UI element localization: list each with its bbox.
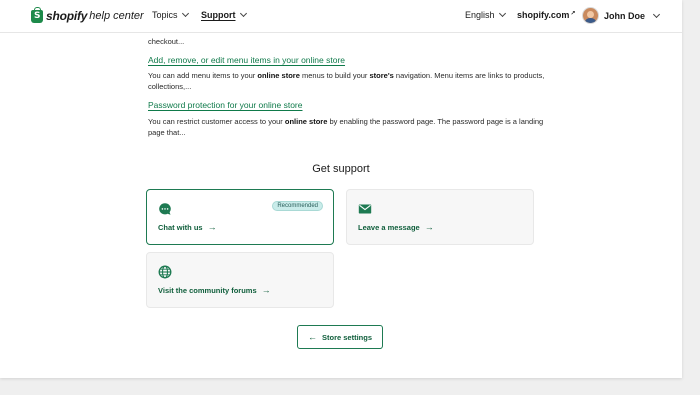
shopify-bag-icon <box>31 6 43 23</box>
envelope-icon <box>358 204 372 214</box>
chat-with-us-card[interactable]: Recommended Chat with us → <box>146 189 334 245</box>
recommended-badge: Recommended <box>272 201 323 211</box>
store-settings-label: Store settings <box>321 332 372 342</box>
logo-brand-text: shopify <box>46 9 88 23</box>
community-forums-label: Visit the community forums → <box>158 285 271 295</box>
article-description-menu-items: You can add menu items to your online st… <box>148 70 548 92</box>
language-selector[interactable]: English <box>465 9 506 20</box>
leave-a-message-card[interactable]: Leave a message → <box>346 189 534 245</box>
article-description-password-protection: You can restrict customer access to your… <box>148 116 548 138</box>
chevron-down-icon <box>239 9 247 18</box>
message-label-text: Leave a message <box>358 222 420 232</box>
desc-highlight: online store <box>284 117 328 126</box>
previous-article-tail: checkout... <box>148 37 185 46</box>
user-menu[interactable]: John Doe <box>582 7 661 24</box>
page: shopify help center Topics Support Engli… <box>0 0 682 378</box>
avatar <box>582 7 599 24</box>
nav-topics[interactable]: Topics <box>152 9 189 20</box>
top-header: shopify help center Topics Support Engli… <box>0 0 682 33</box>
shopify-com-link[interactable]: shopify.com ↗ <box>517 10 575 20</box>
arrow-right-icon: → <box>424 222 434 232</box>
nav-support[interactable]: Support <box>201 9 247 20</box>
chat-with-us-label: Chat with us → <box>158 222 217 232</box>
leave-a-message-label: Leave a message → <box>358 222 434 232</box>
arrow-right-icon: → <box>207 222 217 232</box>
chevron-down-icon <box>652 10 661 18</box>
forums-label-text: Visit the community forums <box>158 285 257 295</box>
globe-icon <box>158 265 172 279</box>
external-link-icon: ↗ <box>570 11 576 17</box>
nav-topics-label: Topics <box>152 10 178 20</box>
shopify-com-label: shopify.com <box>517 10 570 20</box>
shopify-help-center-logo[interactable]: shopify help center <box>31 6 144 23</box>
chat-bubble-icon <box>159 203 171 215</box>
nav-support-label: Support <box>201 10 236 20</box>
chevron-down-icon <box>181 9 189 18</box>
store-settings-button[interactable]: ← Store settings <box>297 325 383 349</box>
article-link-menu-items[interactable]: Add, remove, or edit menu items in your … <box>148 55 345 65</box>
community-forums-card[interactable]: Visit the community forums → <box>146 252 334 308</box>
chat-label-text: Chat with us <box>158 222 203 232</box>
desc-text: You can restrict customer access to your <box>148 117 285 126</box>
user-name: John Doe <box>604 10 646 21</box>
desc-highlight: online store <box>257 71 300 80</box>
logo-sub-text: help center <box>89 10 144 22</box>
arrow-left-icon: ← <box>307 332 317 342</box>
chevron-down-icon <box>498 9 506 18</box>
language-label: English <box>465 10 495 20</box>
article-link-password-protection[interactable]: Password protection for your online stor… <box>148 100 303 110</box>
desc-text: You can add menu items to your <box>148 71 258 80</box>
get-support-heading: Get support <box>312 163 370 175</box>
desc-text: menus to build your <box>299 71 370 80</box>
desc-highlight: store's <box>369 71 394 80</box>
arrow-right-icon: → <box>261 285 271 295</box>
